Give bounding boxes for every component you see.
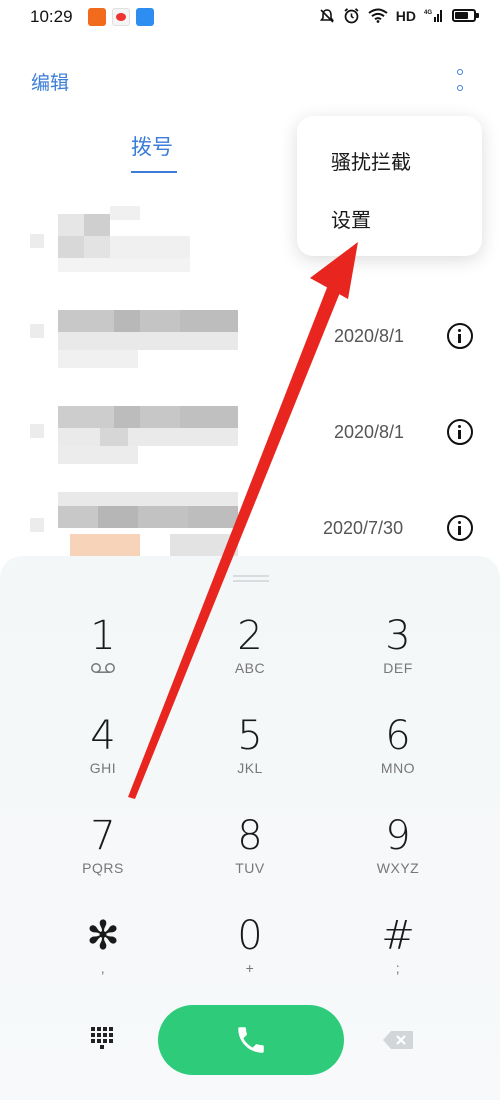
key-digit: 1 xyxy=(90,613,116,659)
wifi-icon xyxy=(368,8,388,23)
battery-icon xyxy=(452,9,479,22)
info-icon[interactable] xyxy=(447,419,473,445)
signal-icon: 4G xyxy=(424,10,442,22)
dial-key-hash[interactable]: # ; xyxy=(323,914,473,1004)
status-right: HD 4G xyxy=(319,7,479,24)
key-letters: ABC xyxy=(234,660,266,676)
status-bar: 10:29 HD 4G xyxy=(0,0,500,36)
more-dot xyxy=(457,69,463,75)
info-icon[interactable] xyxy=(447,323,473,349)
edit-button[interactable]: 编辑 xyxy=(31,68,69,95)
key-digit: ✻ xyxy=(86,913,120,959)
dial-key-star[interactable]: ✻ , xyxy=(28,914,178,1004)
message-app-icon xyxy=(136,8,154,26)
blurred-contact-name xyxy=(30,200,200,280)
call-date: 2020/8/1 xyxy=(334,422,405,442)
call-button[interactable] xyxy=(158,1005,344,1075)
alarm-icon xyxy=(344,8,359,24)
dial-key-1[interactable]: 1 xyxy=(28,614,178,704)
key-letters: PQRS xyxy=(82,860,124,876)
menu-item-harassment-block[interactable]: 骚扰拦截 xyxy=(331,146,411,175)
status-time: 10:29 xyxy=(30,7,73,26)
blurred-contact-name xyxy=(30,310,240,372)
dial-key-0[interactable]: 0 + xyxy=(175,914,325,1004)
dial-key-9[interactable]: 9 WXYZ xyxy=(323,814,473,904)
dial-key-3[interactable]: 3 DEF xyxy=(323,614,473,704)
key-letters: DEF xyxy=(383,660,413,676)
key-digit: 2 xyxy=(237,613,263,659)
key-digit: 4 xyxy=(90,713,116,759)
key-letters: JKL xyxy=(237,760,263,776)
more-options-icon[interactable] xyxy=(448,66,472,94)
news-app-icon xyxy=(88,8,106,26)
notification-icons xyxy=(88,8,154,26)
key-digit: 5 xyxy=(237,713,263,759)
key-digit: 8 xyxy=(237,813,263,859)
dial-key-2[interactable]: 2 ABC xyxy=(175,614,325,704)
dial-key-6[interactable]: 6 MNO xyxy=(323,714,473,804)
phone-icon xyxy=(238,1027,264,1053)
key-letters: MNO xyxy=(380,760,416,776)
key-digit: 6 xyxy=(385,713,411,759)
key-letters: , xyxy=(100,960,106,976)
blurred-contact-name xyxy=(30,406,240,468)
overflow-menu: 骚扰拦截 设置 xyxy=(297,116,482,256)
key-digit: 7 xyxy=(90,813,116,859)
more-dot xyxy=(457,85,463,91)
tab-dial[interactable]: 拨号 xyxy=(131,131,173,161)
call-date: 2020/8/1 xyxy=(334,326,405,346)
drag-handle[interactable] xyxy=(233,575,269,582)
voicemail-icon xyxy=(91,663,115,673)
call-date: 2020/7/30 xyxy=(323,518,404,538)
weibo-icon xyxy=(112,8,130,26)
key-letters: WXYZ xyxy=(376,860,420,876)
dialpad-toggle-icon[interactable] xyxy=(89,1025,115,1051)
svg-text:4G: 4G xyxy=(424,10,432,16)
key-digit: # xyxy=(381,913,415,959)
dial-key-8[interactable]: 8 TUV xyxy=(175,814,325,904)
call-log-item[interactable]: 2020/8/1 xyxy=(0,388,500,484)
key-letters: TUV xyxy=(235,860,265,876)
mute-icon xyxy=(319,8,334,23)
dial-key-7[interactable]: 7 PQRS xyxy=(28,814,178,904)
info-icon[interactable] xyxy=(447,515,473,541)
dial-key-5[interactable]: 5 JKL xyxy=(175,714,325,804)
blurred-contact-name xyxy=(30,492,250,562)
dial-key-4[interactable]: 4 GHI xyxy=(28,714,178,804)
key-letters: GHI xyxy=(89,760,117,776)
key-digit: 3 xyxy=(385,613,411,659)
key-letters: ; xyxy=(395,960,401,976)
tab-active-indicator xyxy=(131,171,177,173)
key-letters: + xyxy=(245,960,255,976)
key-digit: 9 xyxy=(385,813,411,859)
backspace-icon[interactable] xyxy=(382,1030,414,1050)
key-digit: 0 xyxy=(237,913,263,959)
menu-item-settings[interactable]: 设置 xyxy=(331,204,371,233)
network-type-label: HD xyxy=(395,7,416,24)
call-log-item[interactable]: 2020/8/1 xyxy=(0,292,500,388)
